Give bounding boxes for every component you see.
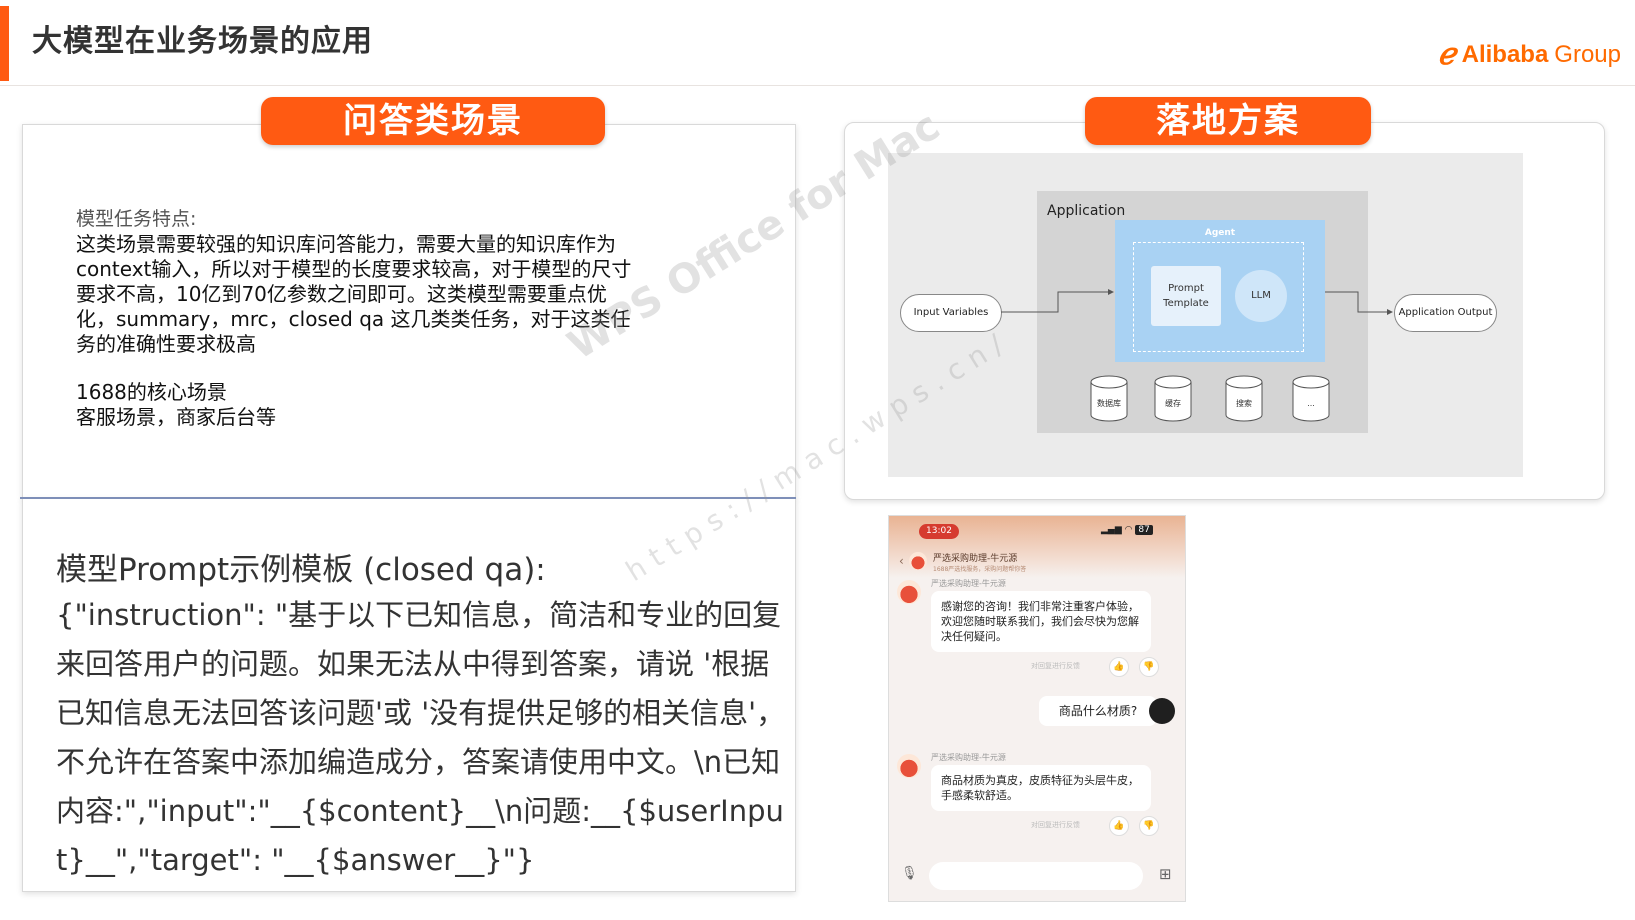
- solution-pill: 落地方案: [1085, 97, 1371, 145]
- bot-avatar-1: [897, 580, 921, 604]
- bot-message-1: 感谢您的咨询！我们非常注重客户体验，欢迎您随时联系我们，我们会尽快为您解决任何疑…: [931, 591, 1151, 652]
- input-variables-node: Input Variables: [900, 294, 1002, 332]
- msg2-sender: 严选采购助理-牛元源: [931, 753, 1006, 762]
- header-divider: [0, 85, 1635, 86]
- user-message: 商品什么材质?: [1039, 696, 1157, 726]
- data-store-cylinder: 搜索: [1225, 375, 1263, 422]
- database-icon: 搜索: [1225, 375, 1263, 422]
- data-store-label: 搜索: [1236, 398, 1252, 408]
- wifi-icon: ◠: [1124, 525, 1133, 535]
- slide-title: 大模型在业务场景的应用: [32, 24, 373, 59]
- data-store-cylinder: 缓存: [1154, 375, 1192, 422]
- status-icons: ▂▄▆ ◠ 87: [1101, 525, 1153, 535]
- database-icon: 缓存: [1154, 375, 1192, 422]
- more-apps-icon[interactable]: ⊞: [1159, 865, 1172, 883]
- microphone-icon[interactable]: 🎙: [901, 866, 918, 881]
- msg1-sender: 严选采购助理-牛元源: [931, 579, 1006, 588]
- feedback-label-2: 对回复进行反馈: [1031, 821, 1080, 829]
- thumbs-up-icon[interactable]: 👍: [1109, 657, 1129, 677]
- database-icon: 数据库: [1090, 375, 1128, 422]
- scene-line-1: 1688的核心场景: [76, 380, 227, 404]
- feature-body: 这类场景需要较强的知识库问答能力，需要大量的知识库作为context输入，所以对…: [76, 232, 632, 356]
- logo-suffix-text: Group: [1554, 41, 1621, 68]
- left-panel-divider: [20, 497, 796, 499]
- feedback-label-1: 对回复进行反馈: [1031, 662, 1080, 670]
- thumbs-down-icon[interactable]: 👎: [1139, 657, 1159, 677]
- prompt-title: 模型Prompt示例模板 (closed qa):: [56, 552, 546, 588]
- thumbs-up-icon[interactable]: 👍: [1109, 816, 1129, 836]
- bot-avatar-2: [897, 754, 921, 778]
- thumbs-down-icon[interactable]: 👎: [1139, 816, 1159, 836]
- alibaba-group-logo: ℯ Alibaba Group: [1438, 40, 1621, 70]
- prompt-template-line2: Template: [1163, 298, 1209, 309]
- prompt-template-box: Prompt Template: [1151, 266, 1221, 326]
- bot-avatar-header: [909, 552, 927, 570]
- chat-input[interactable]: [929, 862, 1143, 890]
- chat-screenshot: 13:02 ▂▄▆ ◠ 87 ‹ 严选采购助理-牛元源 1688严选找服务，采购…: [888, 515, 1186, 902]
- llm-node: LLM: [1235, 270, 1287, 322]
- prompt-body: {"instruction": "基于以下已知信息，简洁和专业的回复来回答用户的…: [56, 598, 786, 877]
- back-icon[interactable]: ‹: [899, 554, 904, 568]
- feature-label: 模型任务特点:: [76, 208, 197, 230]
- agent-label: Agent: [1204, 228, 1236, 238]
- qa-scenario-pill: 问答类场景: [261, 97, 605, 145]
- application-label: Application: [1047, 203, 1126, 219]
- data-store-label: 缓存: [1165, 398, 1181, 408]
- logo-brand-text: Alibaba: [1461, 41, 1549, 68]
- data-store-cylinder: 数据库: [1090, 375, 1128, 422]
- signal-icon: ▂▄▆: [1101, 525, 1122, 535]
- scene-line-2: 客服场景，商家后台等: [76, 405, 276, 429]
- database-icon: ...: [1292, 375, 1330, 422]
- title-accent-bar: [0, 6, 9, 81]
- bot-message-2: 商品材质为真皮，皮质特征为头层牛皮，手感柔软舒适。: [931, 765, 1151, 811]
- status-time: 13:02: [919, 524, 959, 539]
- prompt-template-line1: Prompt: [1168, 283, 1204, 294]
- data-store-cylinder: ...: [1292, 375, 1330, 422]
- user-avatar: [1149, 698, 1175, 724]
- bot-name: 严选采购助理-牛元源: [933, 554, 1018, 564]
- data-store-label: ...: [1307, 399, 1315, 408]
- bot-subtitle: 1688严选找服务，采购问题帮你答: [933, 566, 1027, 573]
- application-output-node: Application Output: [1394, 294, 1497, 332]
- data-store-label: 数据库: [1097, 398, 1121, 408]
- battery-icon: 87: [1135, 525, 1153, 535]
- alibaba-logo-icon: ℯ: [1437, 37, 1456, 72]
